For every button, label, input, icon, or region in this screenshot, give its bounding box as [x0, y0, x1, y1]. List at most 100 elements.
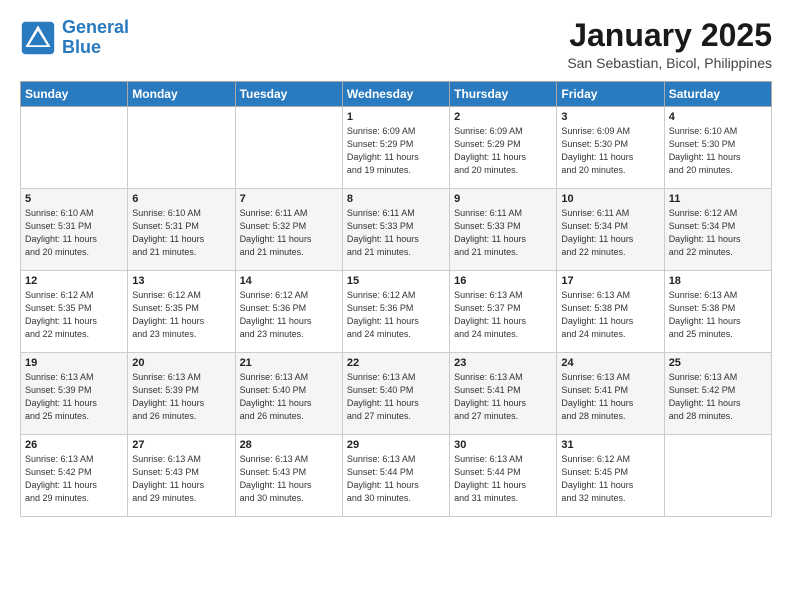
- day-info: Sunrise: 6:11 AMSunset: 5:33 PMDaylight:…: [454, 207, 552, 259]
- day-info: Sunrise: 6:13 AMSunset: 5:44 PMDaylight:…: [347, 453, 445, 505]
- table-row: 17Sunrise: 6:13 AMSunset: 5:38 PMDayligh…: [557, 271, 664, 353]
- table-row: 22 Sunrise: 6:13 AMSunset: 5:40 PMDayligh…: [342, 353, 449, 435]
- table-row: 11 Sunrise: 6:12 AMSunset: 5:34 PMDayligh…: [664, 189, 771, 271]
- table-row: 6Sunrise: 6:10 AMSunset: 5:31 PMDaylight…: [128, 189, 235, 271]
- day-number: 20: [132, 357, 230, 369]
- logo-line2: Blue: [62, 37, 101, 57]
- day-info: Sunrise: 6:11 AMSunset: 5:33 PMDaylight:…: [347, 207, 445, 259]
- table-row: 8 Sunrise: 6:11 AMSunset: 5:33 PMDaylight…: [342, 189, 449, 271]
- calendar-table: Sunday Monday Tuesday Wednesday Thursday…: [20, 81, 772, 517]
- day-number: 1: [347, 111, 445, 123]
- calendar-week-4: 26Sunrise: 6:13 AMSunset: 5:42 PMDayligh…: [21, 435, 772, 517]
- day-number: 13: [132, 275, 230, 287]
- day-number: 23: [454, 357, 552, 369]
- table-row: 18 Sunrise: 6:13 AMSunset: 5:38 PMDayligh…: [664, 271, 771, 353]
- table-row: 9 Sunrise: 6:11 AMSunset: 5:33 PMDaylight…: [450, 189, 557, 271]
- table-row: 27 Sunrise: 6:13 AMSunset: 5:43 PMDayligh…: [128, 435, 235, 517]
- day-info: Sunrise: 6:13 AMSunset: 5:39 PMDaylight:…: [132, 371, 230, 423]
- page-header: General Blue January 2025 San Sebastian,…: [20, 18, 772, 71]
- day-info: Sunrise: 6:13 AMSunset: 5:43 PMDaylight:…: [132, 453, 230, 505]
- table-row: 7Sunrise: 6:11 AMSunset: 5:32 PMDaylight…: [235, 189, 342, 271]
- logo-line1: General: [62, 17, 129, 37]
- day-number: 15: [347, 275, 445, 287]
- table-row: 31 Sunrise: 6:12 AMSunset: 5:45 PMDayligh…: [557, 435, 664, 517]
- table-row: 16Sunrise: 6:13 AMSunset: 5:37 PMDayligh…: [450, 271, 557, 353]
- day-info: Sunrise: 6:12 AMSunset: 5:36 PMDaylight:…: [347, 289, 445, 341]
- day-info: Sunrise: 6:13 AMSunset: 5:43 PMDaylight:…: [240, 453, 338, 505]
- day-number: 7: [240, 193, 338, 205]
- day-info: Sunrise: 6:11 AMSunset: 5:34 PMDaylight:…: [561, 207, 659, 259]
- day-info: Sunrise: 6:13 AMSunset: 5:38 PMDaylight:…: [669, 289, 767, 341]
- day-number: 22: [347, 357, 445, 369]
- day-info: Sunrise: 6:13 AMSunset: 5:38 PMDaylight:…: [561, 289, 659, 341]
- day-number: 6: [132, 193, 230, 205]
- header-row: Sunday Monday Tuesday Wednesday Thursday…: [21, 82, 772, 107]
- table-row: 25Sunrise: 6:13 AMSunset: 5:42 PMDayligh…: [664, 353, 771, 435]
- day-info: Sunrise: 6:09 AMSunset: 5:30 PMDaylight:…: [561, 125, 659, 177]
- table-row: 30Sunrise: 6:13 AMSunset: 5:44 PMDayligh…: [450, 435, 557, 517]
- table-row: 20 Sunrise: 6:13 AMSunset: 5:39 PMDayligh…: [128, 353, 235, 435]
- day-number: 27: [132, 439, 230, 451]
- calendar-week-0: 1 Sunrise: 6:09 AMSunset: 5:29 PMDaylight…: [21, 107, 772, 189]
- day-number: 30: [454, 439, 552, 451]
- table-row: [664, 435, 771, 517]
- calendar-body: 1 Sunrise: 6:09 AMSunset: 5:29 PMDaylight…: [21, 107, 772, 517]
- title-block: January 2025 San Sebastian, Bicol, Phili…: [567, 18, 772, 71]
- calendar-header: Sunday Monday Tuesday Wednesday Thursday…: [21, 82, 772, 107]
- day-info: Sunrise: 6:13 AMSunset: 5:40 PMDaylight:…: [347, 371, 445, 423]
- day-number: 14: [240, 275, 338, 287]
- table-row: [128, 107, 235, 189]
- page-container: General Blue January 2025 San Sebastian,…: [0, 0, 792, 527]
- logo-icon: [20, 20, 56, 56]
- day-number: 2: [454, 111, 552, 123]
- col-thursday: Thursday: [450, 82, 557, 107]
- calendar-week-1: 5 Sunrise: 6:10 AMSunset: 5:31 PMDaylight…: [21, 189, 772, 271]
- day-number: 24: [561, 357, 659, 369]
- logo: General Blue: [20, 18, 129, 58]
- day-info: Sunrise: 6:12 AMSunset: 5:36 PMDaylight:…: [240, 289, 338, 341]
- col-saturday: Saturday: [664, 82, 771, 107]
- day-info: Sunrise: 6:10 AMSunset: 5:31 PMDaylight:…: [25, 207, 123, 259]
- day-info: Sunrise: 6:12 AMSunset: 5:45 PMDaylight:…: [561, 453, 659, 505]
- day-info: Sunrise: 6:13 AMSunset: 5:42 PMDaylight:…: [669, 371, 767, 423]
- table-row: 24 Sunrise: 6:13 AMSunset: 5:41 PMDayligh…: [557, 353, 664, 435]
- day-number: 11: [669, 193, 767, 205]
- day-number: 8: [347, 193, 445, 205]
- table-row: 19Sunrise: 6:13 AMSunset: 5:39 PMDayligh…: [21, 353, 128, 435]
- col-monday: Monday: [128, 82, 235, 107]
- day-number: 9: [454, 193, 552, 205]
- table-row: 1Sunrise: 6:09 AMSunset: 5:29 PMDaylight…: [342, 107, 449, 189]
- day-number: 16: [454, 275, 552, 287]
- table-row: 3 Sunrise: 6:09 AMSunset: 5:30 PMDaylight…: [557, 107, 664, 189]
- table-row: 28Sunrise: 6:13 AMSunset: 5:43 PMDayligh…: [235, 435, 342, 517]
- day-info: Sunrise: 6:13 AMSunset: 5:39 PMDaylight:…: [25, 371, 123, 423]
- day-info: Sunrise: 6:12 AMSunset: 5:35 PMDaylight:…: [25, 289, 123, 341]
- table-row: 4 Sunrise: 6:10 AMSunset: 5:30 PMDaylight…: [664, 107, 771, 189]
- col-friday: Friday: [557, 82, 664, 107]
- day-info: Sunrise: 6:12 AMSunset: 5:35 PMDaylight:…: [132, 289, 230, 341]
- day-info: Sunrise: 6:13 AMSunset: 5:41 PMDaylight:…: [561, 371, 659, 423]
- day-info: Sunrise: 6:13 AMSunset: 5:42 PMDaylight:…: [25, 453, 123, 505]
- location-subtitle: San Sebastian, Bicol, Philippines: [567, 55, 772, 71]
- table-row: 29 Sunrise: 6:13 AMSunset: 5:44 PMDayligh…: [342, 435, 449, 517]
- col-sunday: Sunday: [21, 82, 128, 107]
- day-number: 31: [561, 439, 659, 451]
- day-number: 4: [669, 111, 767, 123]
- day-info: Sunrise: 6:09 AMSunset: 5:29 PMDaylight:…: [454, 125, 552, 177]
- col-tuesday: Tuesday: [235, 82, 342, 107]
- table-row: 12 Sunrise: 6:12 AMSunset: 5:35 PMDayligh…: [21, 271, 128, 353]
- table-row: 5 Sunrise: 6:10 AMSunset: 5:31 PMDaylight…: [21, 189, 128, 271]
- day-info: Sunrise: 6:10 AMSunset: 5:30 PMDaylight:…: [669, 125, 767, 177]
- day-number: 12: [25, 275, 123, 287]
- day-info: Sunrise: 6:12 AMSunset: 5:34 PMDaylight:…: [669, 207, 767, 259]
- day-number: 5: [25, 193, 123, 205]
- day-number: 29: [347, 439, 445, 451]
- day-number: 3: [561, 111, 659, 123]
- day-info: Sunrise: 6:13 AMSunset: 5:40 PMDaylight:…: [240, 371, 338, 423]
- table-row: 2 Sunrise: 6:09 AMSunset: 5:29 PMDaylight…: [450, 107, 557, 189]
- day-number: 18: [669, 275, 767, 287]
- table-row: 26Sunrise: 6:13 AMSunset: 5:42 PMDayligh…: [21, 435, 128, 517]
- calendar-week-2: 12 Sunrise: 6:12 AMSunset: 5:35 PMDayligh…: [21, 271, 772, 353]
- table-row: 10Sunrise: 6:11 AMSunset: 5:34 PMDayligh…: [557, 189, 664, 271]
- logo-text: General Blue: [62, 18, 129, 58]
